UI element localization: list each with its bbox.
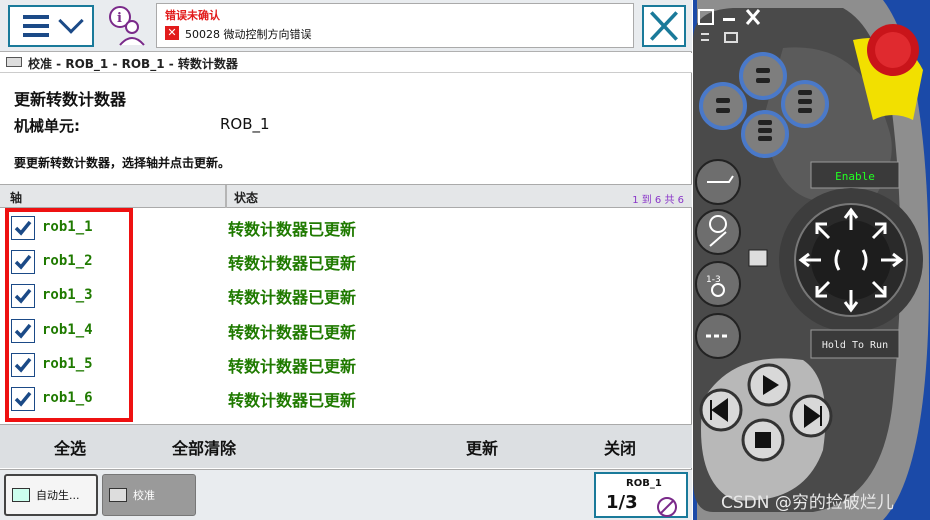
quickset-unit: ROB_1 [626, 478, 662, 489]
event-message: 50028 微动控制方向错误 [185, 28, 312, 41]
clear-all-button[interactable]: 全部清除 [172, 435, 236, 459]
increment-toggle-button[interactable] [695, 313, 741, 359]
event-title: 错误未确认 [165, 9, 220, 22]
task-label: 校准 [133, 489, 155, 502]
emergency-stop-icon[interactable] [867, 24, 919, 76]
column-divider[interactable] [225, 185, 227, 208]
no-jog-icon [657, 497, 677, 517]
programmable-key-1[interactable] [739, 52, 787, 100]
calibration-icon [109, 488, 127, 502]
production-window-icon [12, 488, 30, 502]
main-menu-button[interactable] [8, 5, 94, 47]
mechanical-unit-select-button[interactable] [695, 159, 741, 205]
task-bar: 自动生... 校准 ROB_1 1/3 [0, 469, 692, 520]
update-button[interactable]: 更新 [466, 435, 498, 459]
breadcrumb-bar: 校准 - ROB_1 - ROB_1 - 转数计数器 [0, 53, 692, 73]
paging-indicator: 1 到 6 共 6 [632, 195, 684, 206]
axis-status: 转数计数器已更新 [228, 288, 357, 308]
programmable-key-2[interactable] [699, 82, 747, 130]
stop-button[interactable] [741, 418, 785, 462]
axis-status: 转数计数器已更新 [228, 322, 357, 342]
mechanical-unit-value: ROB_1 [220, 115, 270, 133]
mechanical-unit-label: 机械单元: [14, 117, 80, 135]
hold-to-run-label: Hold To Run [822, 340, 888, 351]
column-header-axis: 轴 [10, 191, 23, 205]
quickset-button[interactable]: ROB_1 1/3 [594, 472, 688, 518]
quickset-fraction: 1/3 [606, 492, 638, 513]
step-forward-button[interactable] [789, 394, 833, 438]
pendant-body: 1-3 Enable Hold To Run [693, 0, 929, 520]
programmable-key-4[interactable] [741, 110, 789, 158]
operator-info-icon[interactable]: i [106, 5, 148, 47]
programmable-key-3[interactable] [781, 80, 829, 128]
pendant-hardware: 1-3 Enable Hold To Run CSDN @穷的捡破烂儿 [693, 0, 930, 520]
command-bar: 全选 全部清除 更新 关闭 [0, 424, 692, 468]
axis-status: 转数计数器已更新 [228, 220, 357, 239]
axis-status: 转数计数器已更新 [228, 391, 357, 410]
hamburger-icon [22, 15, 49, 37]
calibration-icon [6, 57, 22, 67]
task-auto-production[interactable]: 自动生... [4, 474, 98, 516]
chevron-down-icon [57, 8, 84, 34]
step-backward-button[interactable] [699, 388, 743, 432]
select-all-button[interactable]: 全选 [54, 435, 86, 459]
window-minimize-icon[interactable] [723, 18, 735, 21]
axis-status: 转数计数器已更新 [228, 254, 357, 274]
flexpendant-screen: i 错误未确认 ✕ 50028 微动控制方向错误 校准 - ROB_1 - RO… [0, 0, 930, 520]
svg-text:i: i [117, 11, 122, 26]
top-bar: i 错误未确认 ✕ 50028 微动控制方向错误 [0, 0, 692, 52]
close-icon[interactable] [642, 5, 686, 47]
task-label: 自动生... [36, 489, 80, 502]
close-button[interactable]: 关闭 [604, 435, 636, 459]
axis-toggle-button[interactable]: 1-3 [695, 261, 741, 307]
axis-status: 转数计数器已更新 [228, 356, 357, 376]
start-button[interactable] [747, 363, 791, 407]
event-message-box[interactable]: 错误未确认 ✕ 50028 微动控制方向错误 [156, 3, 634, 48]
main-panel: i 错误未确认 ✕ 50028 微动控制方向错误 校准 - ROB_1 - RO… [0, 0, 692, 520]
motion-mode-button[interactable] [695, 209, 741, 255]
error-icon: ✕ [165, 26, 179, 40]
enable-label: Enable [835, 170, 875, 183]
page-title: 更新转数计数器 [14, 90, 127, 109]
watermark: CSDN @穷的捡破烂儿 [721, 493, 894, 513]
table-header: 轴 状态 1 到 6 共 6 [0, 184, 692, 208]
highlight-frame [5, 208, 133, 422]
column-header-status: 状态 [234, 191, 259, 205]
instruction-text: 要更新转数计数器，选择轴并点击更新。 [14, 156, 231, 170]
breadcrumb: 校准 - ROB_1 - ROB_1 - 转数计数器 [28, 57, 238, 71]
usb-port-icon [748, 249, 768, 267]
task-calibration[interactable]: 校准 [102, 474, 196, 516]
